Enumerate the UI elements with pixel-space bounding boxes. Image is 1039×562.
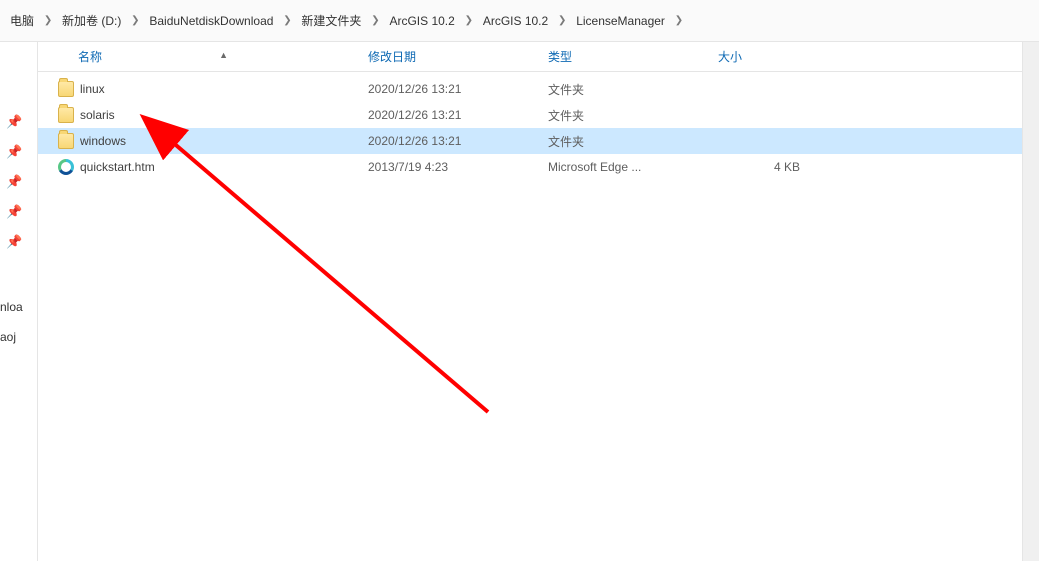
chevron-right-icon[interactable]: ❯ (461, 15, 477, 26)
folder-icon (58, 107, 74, 123)
folder-icon (58, 133, 74, 149)
file-date: 2020/12/26 13:21 (368, 134, 548, 148)
column-header-size[interactable]: 大小 (718, 48, 808, 65)
file-name: linux (80, 82, 105, 96)
file-name: windows (80, 134, 126, 148)
column-header-name-label: 名称 (78, 50, 102, 64)
vertical-scrollbar[interactable] (1022, 42, 1039, 561)
breadcrumb-item[interactable]: 新加卷 (D:) (56, 8, 127, 33)
explorer-main: 📌 📌 📌 📌 📌 nloa aoj 名称 ▲ 修改日期 类型 大小 linux (0, 42, 1039, 561)
list-item[interactable]: solaris 2020/12/26 13:21 文件夹 (38, 102, 1039, 128)
chevron-right-icon[interactable]: ❯ (671, 15, 687, 26)
file-name: solaris (80, 108, 115, 122)
column-header-type[interactable]: 类型 (548, 48, 718, 65)
pin-icon[interactable]: 📌 (6, 204, 22, 220)
file-date: 2020/12/26 13:21 (368, 108, 548, 122)
navigation-pane[interactable]: 📌 📌 📌 📌 📌 nloa aoj (0, 42, 38, 561)
breadcrumb-item[interactable]: 电脑 (4, 8, 40, 33)
breadcrumb-item[interactable]: ArcGIS 10.2 (383, 10, 460, 32)
list-item[interactable]: windows 2020/12/26 13:21 文件夹 (38, 128, 1039, 154)
pin-icon[interactable]: 📌 (6, 144, 22, 160)
pin-icon[interactable]: 📌 (6, 114, 22, 130)
breadcrumb-item[interactable]: LicenseManager (570, 10, 671, 32)
folder-icon (58, 81, 74, 97)
list-item[interactable]: quickstart.htm 2013/7/19 4:23 Microsoft … (38, 154, 1039, 180)
file-type: 文件夹 (548, 133, 718, 150)
column-headers: 名称 ▲ 修改日期 类型 大小 (38, 42, 1039, 72)
pin-icon[interactable]: 📌 (6, 234, 22, 250)
chevron-right-icon[interactable]: ❯ (367, 15, 383, 26)
file-date: 2020/12/26 13:21 (368, 82, 548, 96)
breadcrumb-item[interactable]: ArcGIS 10.2 (477, 10, 554, 32)
column-header-name[interactable]: 名称 ▲ (38, 48, 368, 65)
chevron-right-icon[interactable]: ❯ (279, 15, 295, 26)
chevron-right-icon[interactable]: ❯ (127, 15, 143, 26)
list-item[interactable]: linux 2020/12/26 13:21 文件夹 (38, 76, 1039, 102)
file-date: 2013/7/19 4:23 (368, 160, 548, 174)
breadcrumb-item[interactable]: BaiduNetdiskDownload (143, 10, 279, 32)
column-header-date[interactable]: 修改日期 (368, 48, 548, 65)
quick-access-item[interactable]: aoj (0, 330, 38, 344)
file-list-area: 名称 ▲ 修改日期 类型 大小 linux 2020/12/26 13:21 文… (38, 42, 1039, 561)
breadcrumb-item[interactable]: 新建文件夹 (295, 8, 367, 33)
file-type: 文件夹 (548, 81, 718, 98)
chevron-right-icon[interactable]: ❯ (40, 15, 56, 26)
file-type: Microsoft Edge ... (548, 160, 718, 174)
sort-ascending-icon: ▲ (219, 50, 228, 60)
file-list: linux 2020/12/26 13:21 文件夹 solaris 2020/… (38, 72, 1039, 180)
quick-access-item[interactable]: nloa (0, 300, 38, 314)
breadcrumb-bar[interactable]: 电脑 ❯ 新加卷 (D:) ❯ BaiduNetdiskDownload ❯ 新… (0, 0, 1039, 42)
file-name: quickstart.htm (80, 160, 155, 174)
file-size: 4 KB (718, 160, 808, 174)
edge-html-icon (58, 159, 74, 175)
chevron-right-icon[interactable]: ❯ (554, 15, 570, 26)
pin-icon[interactable]: 📌 (6, 174, 22, 190)
file-type: 文件夹 (548, 107, 718, 124)
